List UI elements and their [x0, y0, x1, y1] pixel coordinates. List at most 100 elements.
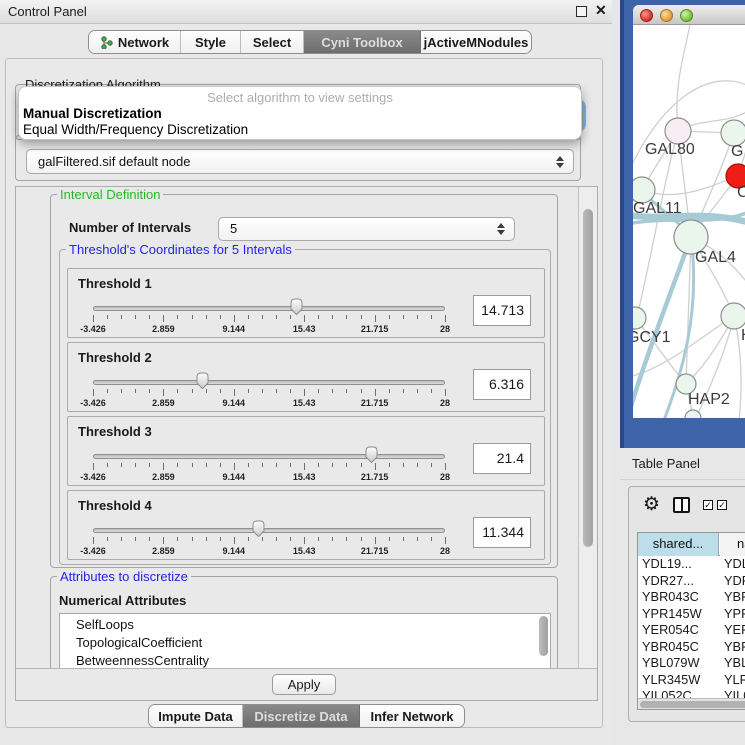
cell-shared-name[interactable]: YBL079W	[642, 655, 700, 670]
slider-tick	[304, 389, 305, 396]
algorithm-dropdown-popup: Select algorithm to view settings Manual…	[18, 86, 582, 140]
cell-shared-name[interactable]: YDR27...	[642, 573, 694, 588]
apply-button[interactable]: Apply	[272, 674, 336, 695]
slider-tick	[445, 537, 446, 544]
table-row[interactable]: YDL19... YDL1...	[638, 556, 745, 573]
tab-label: Discretize Data	[254, 709, 347, 724]
column-header-name[interactable]: na...	[720, 533, 745, 556]
slider-tick-label: 21.715	[361, 546, 389, 556]
cell-shared-name[interactable]: YLR345W	[642, 672, 700, 687]
scrollbar-thumb[interactable]	[640, 701, 745, 708]
slider-tick-label: 9.144	[223, 324, 246, 334]
cell-name[interactable]: YDR2...	[724, 573, 745, 588]
cell-shared-name[interactable]: YPR145W	[642, 606, 702, 621]
cell-name[interactable]: YBR0...	[724, 639, 745, 654]
tab-style[interactable]: Style	[181, 31, 241, 53]
threshold-value-field[interactable]: 14.713	[473, 295, 531, 326]
checkbox-icon[interactable]: ✓	[703, 500, 713, 510]
slider-tick	[177, 315, 178, 319]
tab-discretize-data[interactable]: Discretize Data	[243, 705, 360, 727]
slider-track[interactable]	[93, 528, 445, 533]
column-header-shared-name[interactable]: shared...	[638, 533, 719, 556]
threshold-value-field[interactable]: 11.344	[473, 517, 531, 548]
table-row[interactable]: YLR345W YLR3...	[638, 672, 745, 689]
table-row[interactable]: YDR27... YDR2...	[638, 573, 745, 590]
network-node[interactable]	[633, 307, 646, 329]
slider-tick-label: 15.43	[293, 546, 316, 556]
scrollbar-thumb[interactable]	[539, 616, 548, 656]
slider-tick	[290, 463, 291, 467]
tab-network[interactable]: Network	[89, 31, 181, 53]
cell-name[interactable]: YBL0...	[724, 655, 745, 670]
cell-name[interactable]: YPR1...	[724, 606, 745, 621]
settings-scrollbar[interactable]	[578, 187, 597, 670]
cell-name[interactable]: YER0...	[724, 622, 745, 637]
attributes-scrollbar[interactable]	[538, 616, 549, 670]
slider-thumb[interactable]	[288, 297, 305, 316]
slider-tick-labels: -3.4262.8599.14415.4321.71528	[93, 472, 445, 482]
tab-infer-network[interactable]: Infer Network	[360, 705, 464, 727]
table-data-combobox[interactable]: galFiltered.sif default node	[26, 149, 574, 174]
tab-impute-data[interactable]: Impute Data	[149, 705, 243, 727]
slider-track[interactable]	[93, 454, 445, 459]
network-node[interactable]	[721, 303, 745, 329]
threshold-label: Threshold 4	[78, 498, 152, 513]
attribute-list-item[interactable]: TopologicalCoefficient	[60, 634, 550, 652]
cell-shared-name[interactable]: YDL19...	[642, 556, 692, 571]
cell-shared-name[interactable]: YBR043C	[642, 589, 699, 604]
slider-tick-label: 2.859	[152, 324, 175, 334]
threshold-value-field[interactable]: 6.316	[473, 369, 531, 400]
dropdown-option-equal-width[interactable]: Equal Width/Frequency Discretization	[23, 122, 248, 137]
table-row[interactable]: YBR045C YBR0...	[638, 639, 745, 656]
cyni-toolbox-panel: Discretization Algorithm Table Data galF…	[5, 58, 603, 728]
float-window-icon[interactable]	[576, 6, 587, 17]
slider-tick	[135, 463, 136, 467]
zoom-traffic-light-icon[interactable]	[680, 9, 693, 22]
slider-tick	[276, 315, 277, 319]
cell-name[interactable]: YBR0...	[724, 589, 745, 604]
cell-name[interactable]: YDL1...	[724, 556, 745, 571]
tab-jactivemnodules[interactable]: jActiveMNodules	[421, 31, 531, 53]
close-traffic-light-icon[interactable]	[640, 9, 653, 22]
cell-name[interactable]: YLR3...	[724, 672, 745, 687]
slider-tick	[234, 315, 235, 322]
slider-tick-label: 28	[440, 546, 450, 556]
dropdown-option-manual[interactable]: Manual Discretization	[23, 106, 162, 121]
slider-tick	[332, 463, 333, 467]
slider-thumb[interactable]	[250, 519, 267, 538]
slider-tick	[389, 537, 390, 541]
attribute-list-item[interactable]: SelfLoops	[60, 616, 550, 634]
minimize-traffic-light-icon[interactable]	[660, 9, 673, 22]
slider-tick	[121, 537, 122, 541]
scrollbar-thumb[interactable]	[583, 209, 593, 547]
table-hscrollbar[interactable]	[638, 698, 745, 709]
thresholds-group: Threshold's Coordinates for 5 Intervals …	[59, 249, 551, 565]
slider-track[interactable]	[93, 380, 445, 385]
table-row[interactable]: YBL079W YBL0...	[638, 655, 745, 672]
threshold-panel-1: Threshold 1-3.4262.8599.14415.4321.71528…	[67, 268, 545, 338]
columns-icon[interactable]	[673, 497, 690, 513]
table-row[interactable]: YPR145W YPR1...	[638, 606, 745, 623]
slider-thumb[interactable]	[363, 445, 380, 464]
checkbox-icon[interactable]: ✓	[717, 500, 727, 510]
tab-label: Network	[118, 35, 169, 50]
threshold-value-field[interactable]: 21.4	[473, 443, 531, 474]
close-icon[interactable]: ✕	[595, 2, 607, 19]
tab-label: Infer Network	[370, 709, 453, 724]
cell-shared-name[interactable]: YBR045C	[642, 639, 699, 654]
slider-tick	[431, 463, 432, 467]
slider-tick	[177, 389, 178, 393]
slider-tick	[135, 537, 136, 541]
slider-tick	[346, 463, 347, 467]
tab-select[interactable]: Select	[241, 31, 304, 53]
table-row[interactable]: YBR043C YBR0...	[638, 589, 745, 606]
num-intervals-combobox[interactable]: 5	[218, 217, 515, 241]
cell-shared-name[interactable]: YER054C	[642, 622, 699, 637]
tab-cyni-toolbox[interactable]: Cyni Toolbox	[304, 31, 421, 53]
slider-tick	[361, 537, 362, 541]
table-row[interactable]: YER054C YER0...	[638, 622, 745, 639]
slider-thumb[interactable]	[194, 371, 211, 390]
slider-track[interactable]	[93, 306, 445, 311]
network-canvas[interactable]: GAL80GCGAL11GAL4GCY1HHAP2	[633, 25, 745, 418]
gear-icon[interactable]: ⚙	[643, 493, 660, 516]
